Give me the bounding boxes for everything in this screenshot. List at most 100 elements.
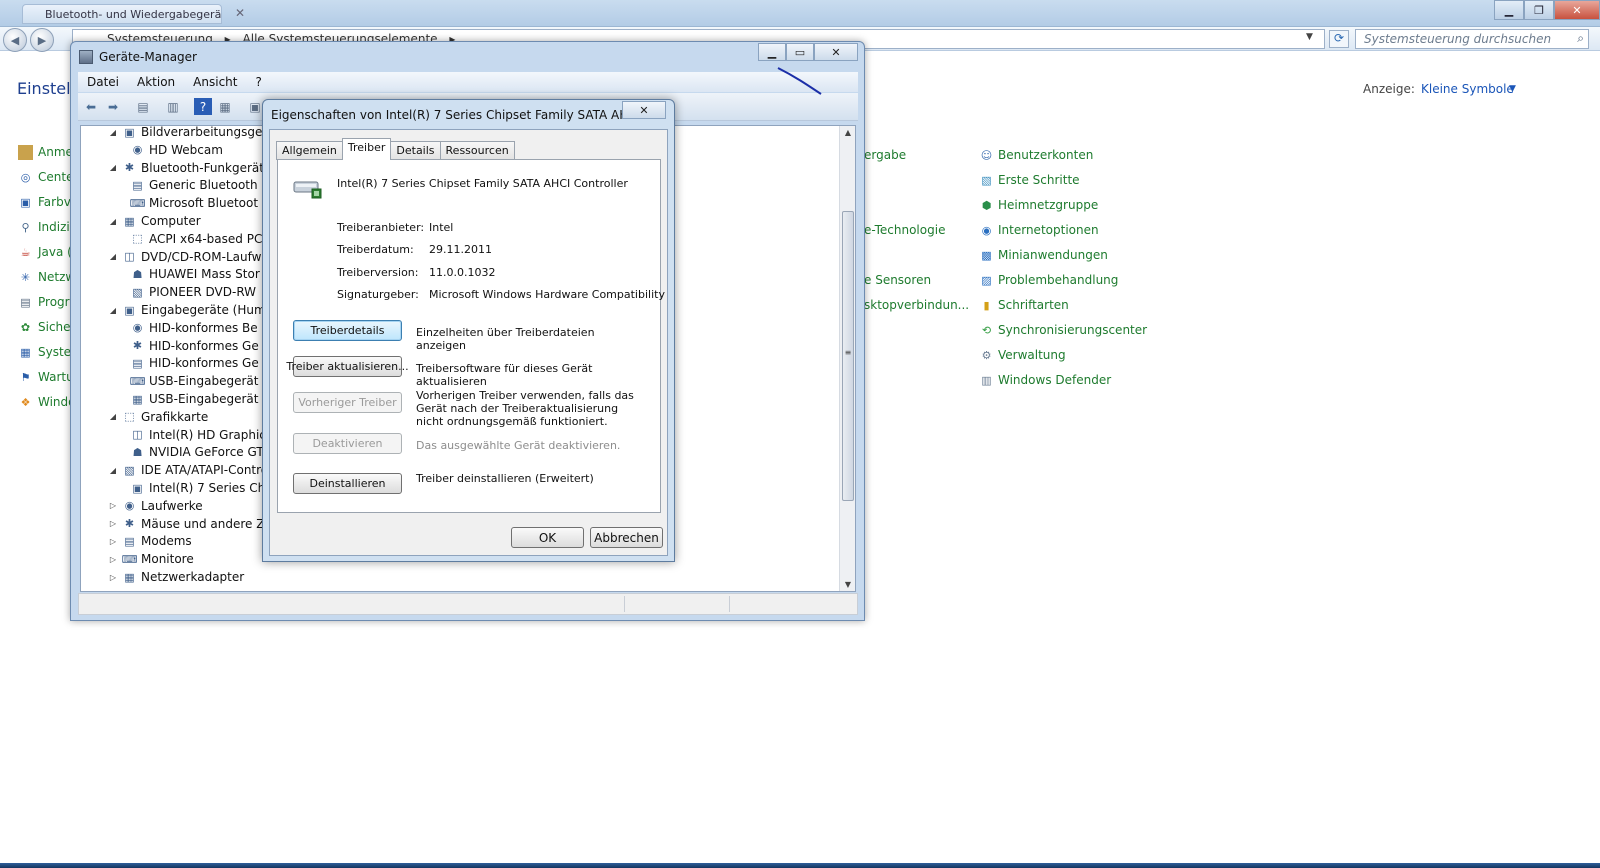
- properties-icon[interactable]: ▥: [164, 98, 182, 115]
- tree-device[interactable]: ☗ NVIDIA GeForce GT: [126, 443, 264, 461]
- cp-item-windows[interactable]: ❖ Windo: [18, 393, 76, 411]
- scroll-down-icon[interactable]: ▼: [840, 580, 855, 589]
- cp-item-minianwendungen[interactable]: ▩ Minianwendungen: [979, 246, 1108, 264]
- cp-item-anmeldeinformationen[interactable]: Anmel: [18, 143, 76, 161]
- cp-item-windows-defender[interactable]: ▥ Windows Defender: [979, 371, 1111, 389]
- close-button[interactable]: ✕: [1554, 0, 1600, 20]
- tree-device[interactable]: ⬚ ACPI x64-based PC: [126, 230, 262, 248]
- maximize-button[interactable]: ▭: [786, 43, 814, 61]
- console-tree-icon[interactable]: ▤: [134, 98, 152, 115]
- search-input[interactable]: Systemsteuerung durchsuchen ⌕: [1355, 29, 1589, 49]
- tree-category[interactable]: ◢ ✱ Bluetooth-Funkgerät: [108, 159, 264, 177]
- collapse-arrow-icon[interactable]: ◢: [108, 412, 118, 421]
- tree-device[interactable]: ▤ Generic Bluetooth: [126, 176, 257, 194]
- tab-details[interactable]: Details: [390, 141, 441, 160]
- cp-item-wiedergabe[interactable]: ergabe: [864, 146, 906, 164]
- menu-datei[interactable]: Datei: [78, 75, 128, 89]
- tree-device[interactable]: ◉ HID-konformes Be: [126, 319, 258, 337]
- cp-item-programme[interactable]: ▤ Progra: [18, 293, 77, 311]
- tree-device[interactable]: ◫ Intel(R) HD Graphic: [126, 426, 266, 444]
- expand-arrow-icon[interactable]: ▷: [108, 537, 118, 546]
- collapse-arrow-icon[interactable]: ◢: [108, 252, 118, 261]
- expand-arrow-icon[interactable]: ▷: [108, 555, 118, 564]
- tree-device[interactable]: ▧ PIONEER DVD-RW: [126, 283, 256, 301]
- restore-button[interactable]: ❐: [1524, 0, 1554, 20]
- cp-item-erste-schritte[interactable]: ▧ Erste Schritte: [979, 171, 1079, 189]
- tree-category[interactable]: ◢ ▧ IDE ATA/ATAPI-Contro: [108, 461, 268, 479]
- expand-arrow-icon[interactable]: ▷: [108, 573, 118, 582]
- menu-ansicht[interactable]: Ansicht: [184, 75, 246, 89]
- cp-item-netzwerk[interactable]: ✳ Netzw: [18, 268, 75, 286]
- close-button[interactable]: ✕: [814, 43, 858, 61]
- tree-device[interactable]: ⌨ USB-Eingabegerät: [126, 372, 259, 390]
- search-icon[interactable]: ⌕: [1577, 31, 1584, 46]
- cp-item-label: Heimnetzgruppe: [998, 198, 1099, 212]
- cp-item-synchronisierungscenter[interactable]: ⟲ Synchronisierungscenter: [979, 321, 1147, 339]
- dialog-close-button[interactable]: ✕: [622, 101, 666, 119]
- disable-device-button[interactable]: Deaktivieren: [293, 433, 402, 454]
- cp-item-sensoren[interactable]: e Sensoren: [864, 271, 931, 289]
- tree-device[interactable]: ▦ USB-Eingabegerät: [126, 390, 258, 408]
- forward-button[interactable]: ▶: [30, 28, 54, 52]
- collapse-arrow-icon[interactable]: ◢: [108, 306, 118, 315]
- tree-device[interactable]: ✱ HID-konformes Ge: [126, 337, 259, 355]
- tab-ressourcen[interactable]: Ressourcen: [439, 141, 515, 160]
- driver-details-button[interactable]: Treiberdetails: [293, 320, 402, 341]
- tree-device[interactable]: ◉ HD Webcam: [126, 141, 223, 159]
- cp-item-internetoptionen[interactable]: ◉ Internetoptionen: [979, 221, 1099, 239]
- view-icon[interactable]: ▦: [216, 98, 234, 115]
- tree-category[interactable]: ▷ ▦ Netzwerkadapter: [108, 568, 244, 586]
- back-icon[interactable]: ⬅: [82, 98, 100, 115]
- collapse-arrow-icon[interactable]: ◢: [108, 128, 118, 137]
- cp-item-verwaltung[interactable]: ⚙ Verwaltung: [979, 346, 1066, 364]
- tree-category[interactable]: ▷ ◉ Laufwerke: [108, 497, 203, 515]
- cp-item-benutzerkonten[interactable]: ☺ Benutzerkonten: [979, 146, 1094, 164]
- view-dropdown-caret-icon[interactable]: ▼: [1509, 84, 1516, 94]
- rollback-driver-button[interactable]: Vorheriger Treiber: [293, 392, 402, 413]
- tree-category[interactable]: ▷ ⌨ Monitore: [108, 550, 194, 568]
- forward-icon[interactable]: ➡: [104, 98, 122, 115]
- collapse-arrow-icon[interactable]: ◢: [108, 217, 118, 226]
- browser-tab[interactable]: Bluetooth- und Wiedergabegeräte ein...: [22, 4, 222, 24]
- tree-category[interactable]: ▷ ✱ Mäuse und andere Zei: [108, 515, 275, 533]
- tree-device[interactable]: ▤ HID-konformes Ge: [126, 354, 258, 372]
- tab-treiber[interactable]: Treiber: [341, 138, 392, 160]
- tree-category[interactable]: ◢ ⬚ Grafikkarte: [108, 408, 208, 426]
- refresh-button[interactable]: ⟳: [1329, 30, 1349, 48]
- ok-button[interactable]: OK: [511, 527, 584, 548]
- tree-device[interactable]: ▣ Intel(R) 7 Series Ch: [126, 479, 265, 497]
- tab-allgemein[interactable]: Allgemein: [276, 141, 343, 160]
- collapse-arrow-icon[interactable]: ◢: [108, 163, 118, 172]
- tree-vertical-scrollbar[interactable]: ▲ ≡ ▼: [839, 126, 855, 591]
- tree-category[interactable]: ◢ ▣ Bildverarbeitungsgerät: [108, 126, 279, 141]
- collapse-arrow-icon[interactable]: ◢: [108, 466, 118, 475]
- address-dropdown-icon[interactable]: ▼: [1306, 32, 1313, 42]
- tree-device[interactable]: ☗ HUAWEI Mass Stor: [126, 265, 260, 283]
- cp-item-sicherung[interactable]: ✿ Sicher: [18, 318, 76, 336]
- uninstall-driver-button[interactable]: Deinstallieren: [293, 473, 402, 494]
- cp-item-remotedesktop[interactable]: sktopverbindun...: [864, 296, 969, 314]
- tree-category[interactable]: ▷ ▤ Modems: [108, 532, 192, 550]
- update-driver-button[interactable]: Treiber aktualisieren...: [286, 356, 409, 377]
- menu-help[interactable]: ?: [246, 75, 270, 89]
- back-button[interactable]: ◀: [3, 28, 27, 52]
- tree-device[interactable]: ⌨ Microsoft Bluetoot: [126, 194, 259, 212]
- expand-arrow-icon[interactable]: ▷: [108, 501, 118, 510]
- cp-item-indizierung[interactable]: ⚲ Indizie: [18, 218, 77, 236]
- expand-arrow-icon[interactable]: ▷: [108, 519, 118, 528]
- menu-aktion[interactable]: Aktion: [128, 75, 184, 89]
- minimize-button[interactable]: ▁: [758, 43, 786, 61]
- scroll-up-icon[interactable]: ▲: [840, 128, 855, 137]
- help-icon[interactable]: ?: [194, 98, 212, 115]
- tree-category[interactable]: ◢ ▣ Eingabegeräte (Human: [108, 301, 281, 319]
- cp-item-schriftarten[interactable]: ▮ Schriftarten: [979, 296, 1068, 314]
- cp-item-problembehandlung[interactable]: ▨ Problembehandlung: [979, 271, 1118, 289]
- new-tab-icon[interactable]: ✕: [232, 6, 248, 22]
- view-mode-dropdown[interactable]: Kleine Symbole: [1421, 82, 1514, 96]
- tree-category[interactable]: ◢ ◫ DVD/CD-ROM-Laufwe: [108, 248, 269, 266]
- minimize-button[interactable]: ▁: [1494, 0, 1524, 20]
- tree-category[interactable]: ◢ ▦ Computer: [108, 212, 201, 230]
- cancel-button[interactable]: Abbrechen: [590, 527, 663, 548]
- cp-item-heimnetzgruppe[interactable]: ⬢ Heimnetzgruppe: [979, 196, 1099, 214]
- cp-item-technologie[interactable]: e-Technologie: [864, 221, 945, 239]
